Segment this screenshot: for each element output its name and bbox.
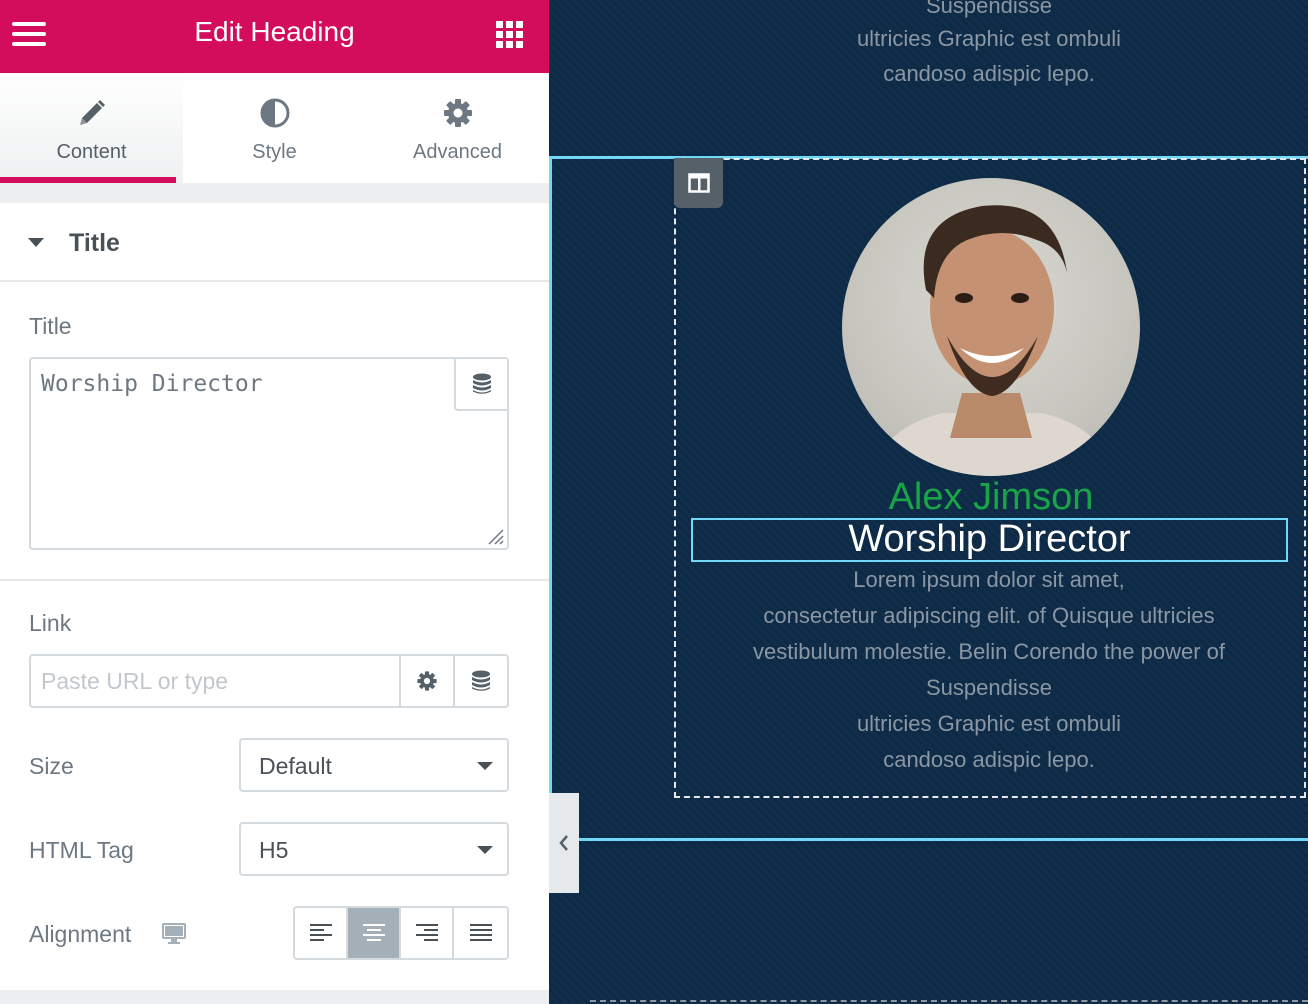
profile-photo[interactable]: [842, 178, 1140, 476]
body-text-line: consectetur adipiscing elit. of Quisque …: [763, 603, 1215, 628]
tab-advanced[interactable]: Advanced: [366, 73, 549, 183]
size-select-value: Default: [259, 753, 332, 779]
panel-header: Edit Heading: [0, 0, 549, 73]
dynamic-tags-button[interactable]: [454, 359, 507, 411]
tab-content-label: Content: [56, 141, 127, 163]
caret-down-icon: [28, 238, 44, 247]
alignment-field-label: Alignment: [29, 921, 132, 947]
database-icon: [472, 373, 491, 394]
html-tag-select-value: H5: [259, 837, 289, 863]
resize-handle-icon[interactable]: [486, 527, 504, 545]
column-layout-icon: [687, 173, 710, 193]
half-circle-icon: [183, 97, 366, 131]
align-left-icon: [309, 924, 332, 941]
title-field-label: Title: [29, 313, 72, 339]
tab-advanced-label: Advanced: [413, 141, 502, 163]
chevron-left-icon: [559, 835, 568, 851]
alignment-control: [293, 906, 509, 960]
link-input[interactable]: [31, 656, 399, 706]
chevron-down-icon: [477, 846, 493, 854]
section-toggle[interactable]: Title: [0, 203, 549, 282]
section-divider: [0, 579, 549, 581]
tab-content[interactable]: Content: [0, 73, 183, 183]
body-text-line: candoso adispic lepo.: [883, 747, 1095, 772]
title-textarea-value: Worship Director: [41, 371, 263, 397]
link-dynamic-tags-button[interactable]: [453, 656, 507, 706]
size-field-label: Size: [29, 753, 74, 779]
person-name[interactable]: Alex Jimson: [691, 476, 1291, 519]
section-title: Title: [69, 229, 120, 257]
align-right-icon: [415, 924, 438, 941]
pencil-icon: [0, 97, 183, 131]
body-text-line: ultricies Graphic est ombuli: [856, 711, 1122, 736]
align-center-button[interactable]: [348, 908, 402, 958]
link-options-button[interactable]: [399, 656, 453, 706]
panel-tabs: Content Style Advanced: [0, 73, 549, 183]
heading-text: Worship Director: [848, 518, 1131, 560]
desktop-monitor-icon[interactable]: [162, 923, 186, 945]
html-tag-field-label: HTML Tag: [29, 837, 134, 863]
align-justify-icon: [469, 924, 492, 941]
panel-title: Edit Heading: [194, 16, 355, 47]
prev-text-line: ultricies Graphic est ombuli: [856, 26, 1122, 51]
link-field: [29, 654, 509, 708]
collapse-panel-button[interactable]: [549, 793, 579, 893]
body-text-line: vestibulum molestie. Belin Corendo the p…: [752, 639, 1226, 664]
selected-heading-widget[interactable]: Worship Director: [691, 518, 1288, 562]
page-canvas: Suspendisse ultricies Graphic est ombuli…: [549, 0, 1308, 1004]
body-text-line: Lorem ipsum dolor sit amet,: [853, 567, 1125, 592]
gear-icon: [417, 671, 437, 691]
align-center-icon: [362, 924, 385, 941]
tab-style-label: Style: [252, 141, 297, 163]
body-text-line: Suspendisse: [926, 675, 1052, 700]
column-handle[interactable]: [674, 158, 723, 208]
next-section-outline: [590, 1000, 1308, 1002]
widgets-grid-icon[interactable]: [496, 21, 523, 48]
editor-panel: Edit Heading Content Style Advanced Titl…: [0, 0, 549, 1004]
align-right-button[interactable]: [401, 908, 455, 958]
tab-style[interactable]: Style: [183, 73, 366, 183]
align-left-button[interactable]: [295, 908, 349, 958]
size-select[interactable]: Default: [239, 738, 509, 792]
gear-icon: [366, 97, 549, 131]
chevron-down-icon: [477, 762, 493, 770]
title-textarea[interactable]: Worship Director: [29, 357, 509, 550]
person-portrait-icon: [872, 205, 1112, 476]
title-section: Title Title Worship Director Link Size D…: [0, 203, 549, 990]
link-field-label: Link: [29, 610, 72, 636]
database-icon: [472, 670, 490, 691]
prev-text-line: candoso adispic lepo.: [883, 61, 1095, 86]
align-justify-button[interactable]: [454, 908, 507, 958]
html-tag-select[interactable]: H5: [239, 822, 509, 876]
